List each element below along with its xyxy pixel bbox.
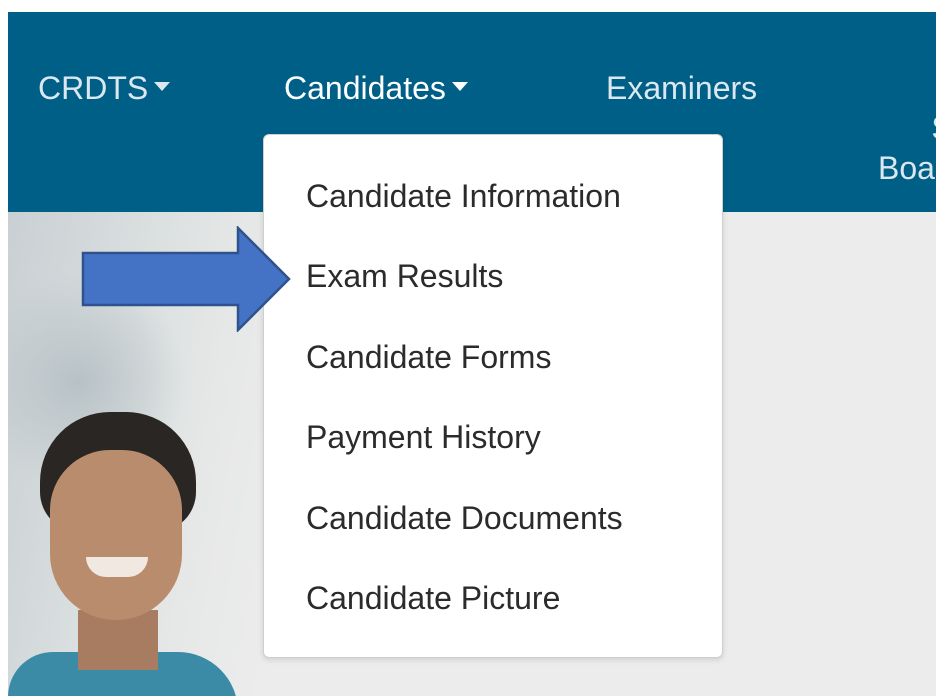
- menu-item-candidate-documents[interactable]: Candidate Documents: [306, 495, 623, 541]
- pointer-arrow-icon: [81, 226, 291, 332]
- menu-item-candidate-information[interactable]: Candidate Information: [306, 173, 621, 219]
- nav-item-label: Candidates: [284, 70, 446, 106]
- menu-item-candidate-picture[interactable]: Candidate Picture: [306, 575, 560, 621]
- caret-down-icon: [451, 82, 468, 92]
- nav-item-label: CRDTS: [38, 70, 149, 106]
- nav-item-candidates[interactable]: Candidates: [284, 68, 468, 108]
- nav-item-crdts[interactable]: CRDTS: [38, 68, 171, 108]
- nav-item-state-board[interactable]: State Board: [878, 68, 936, 228]
- caret-down-icon: [154, 82, 171, 92]
- menu-item-payment-history[interactable]: Payment History: [306, 414, 541, 460]
- app-frame: CRDTS Candidates Examiners State Board C…: [8, 12, 936, 696]
- nav-item-label: State Board: [878, 110, 936, 186]
- candidates-dropdown-menu: Candidate Information Exam Results Candi…: [263, 134, 723, 658]
- nav-item-examiners[interactable]: Examiners: [606, 68, 757, 108]
- menu-item-candidate-forms[interactable]: Candidate Forms: [306, 334, 551, 380]
- nav-item-label: Examiners: [606, 70, 758, 106]
- menu-item-exam-results[interactable]: Exam Results: [306, 253, 503, 299]
